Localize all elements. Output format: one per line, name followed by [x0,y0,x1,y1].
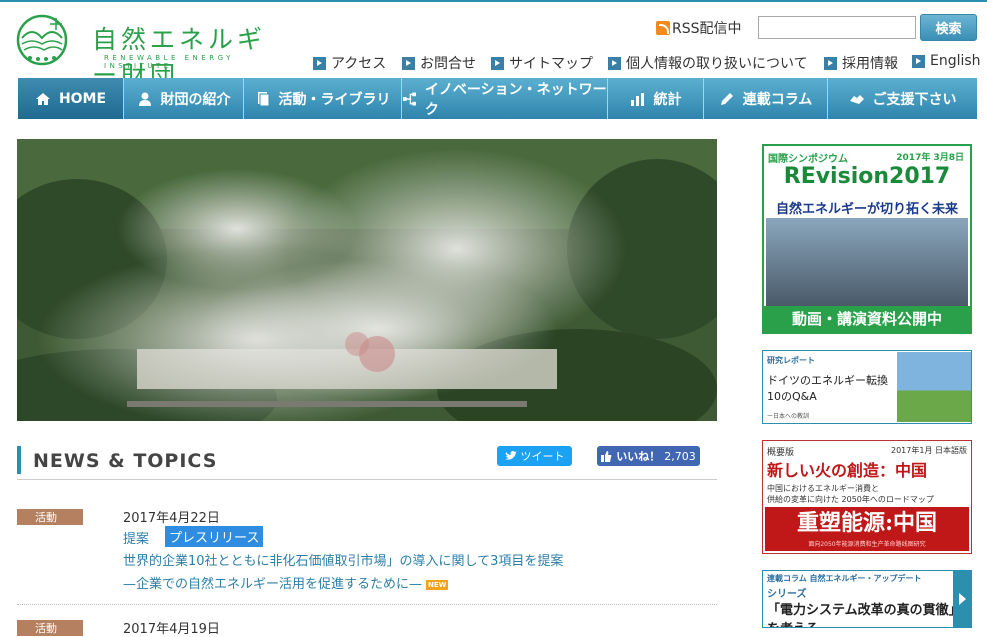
like-count: 2,703 [664,449,696,463]
arrow-right-icon [824,56,837,70]
wind-turbine-image [897,352,971,422]
logo-mark-icon [16,14,68,66]
thumbs-up-icon [601,450,612,462]
rss-icon [656,21,670,35]
top-accent-line [0,0,987,2]
nav-about[interactable]: 財団の紹介 [124,78,244,119]
news-tag: 活動 [17,509,83,525]
tweet-button[interactable]: ツイート [497,446,572,466]
nav-innovation[interactable]: イノベーション・ネットワーク [402,78,608,119]
person-icon [138,92,151,106]
bar-chart-icon [630,92,644,106]
news-link-subtitle[interactable]: —企業での自然エネルギー活用を促進するために— NEW [123,573,449,592]
util-link-english[interactable]: English [912,53,981,69]
chevron-right-icon [953,571,971,627]
press-release-badge[interactable]: プレスリリース [165,526,264,547]
arrow-right-icon [491,56,504,70]
symposium-photo [766,218,968,306]
search-input[interactable] [758,16,916,39]
arrow-right-icon [402,56,415,70]
document-icon [257,91,269,106]
news-date: 2017年4月22日 [123,511,220,526]
column-banner[interactable]: 連載コラム 自然エネルギー・アップデート シリーズ 「電力システム改革の真の貫徹… [762,570,972,628]
geothermal-landscape-image [17,139,717,421]
nav-support[interactable]: ご支援下さい [828,78,977,119]
symposium-banner[interactable]: 国際シンポジウム 2017年 3月8日 REvision2017 自然エネルギー… [762,144,972,334]
nav-activities[interactable]: 活動・ライブラリ [244,78,402,119]
section-accent-bar [17,446,21,474]
news-divider [17,604,717,605]
hero-image [17,139,717,421]
util-link-privacy[interactable]: 個人情報の取り扱いについて [608,53,808,73]
news-link[interactable]: 世界的企業10社とともに非化石価値取引市場」の導入に関して3項目を提案 [123,550,563,569]
site-logo[interactable]: 自然エネルギー財団 RENEWABLE ENERGY INSTITUTE [16,12,276,90]
rss-label: RSS配信中 [672,21,742,37]
pen-icon [720,92,733,105]
arrow-right-icon [313,56,326,70]
logo-subtitle: RENEWABLE ENERGY INSTITUTE [104,54,234,70]
home-icon [35,92,50,105]
arrow-right-icon [912,54,925,68]
news-category[interactable]: 提案 [123,528,149,547]
news-tag: 活動 [17,620,83,636]
nav-home[interactable]: HOME [18,78,124,119]
network-icon [402,91,416,106]
handshake-icon [849,94,864,104]
nav-column[interactable]: 連載コラム [704,78,828,119]
new-badge: NEW [426,579,449,590]
util-link-contact[interactable]: お問合せ [402,53,476,73]
arrow-right-icon [608,56,621,70]
util-link-careers[interactable]: 採用情報 [824,53,898,73]
main-nav: HOME 財団の紹介 活動・ライブラリ イノベーション・ネットワーク 統計 連載… [18,78,977,119]
search-button[interactable]: 検索 [920,14,977,41]
nav-statistics[interactable]: 統計 [608,78,704,119]
util-link-access[interactable]: アクセス [313,53,386,73]
rss-link[interactable]: RSS配信中 [656,18,742,38]
china-report-banner[interactable]: 概要版 2017年1月 日本語版 新しい火の創造：中国 中国におけるエネルギー消… [762,440,972,554]
news-title: NEWS & TOPICS [33,450,218,472]
util-link-sitemap[interactable]: サイトマップ [491,53,593,73]
news-date: 2017年4月19日 [123,622,220,637]
twitter-bird-icon [504,451,517,460]
facebook-like-button[interactable]: いいね！ 2,703 [597,446,700,466]
report-banner[interactable]: 研究レポート ドイツのエネルギー転換 10のQ&A ー日本への教訓 [762,350,972,424]
